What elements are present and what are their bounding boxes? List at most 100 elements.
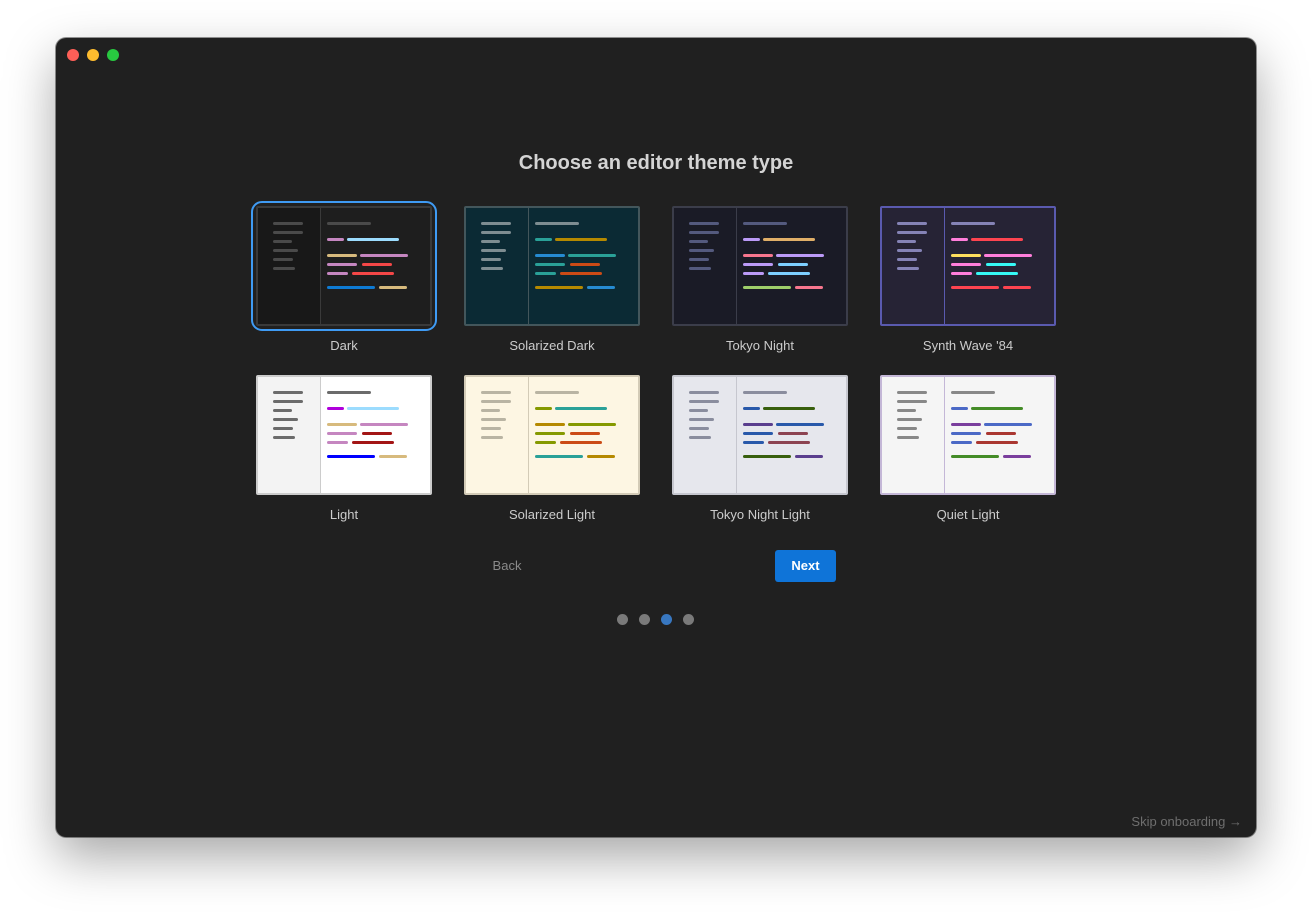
- theme-label: Solarized Light: [509, 507, 595, 522]
- preview-code-line: [763, 407, 815, 410]
- preview-file-line: [273, 267, 295, 270]
- preview-tab-line: [327, 391, 371, 394]
- theme-preview-frame[interactable]: [672, 375, 848, 495]
- preview-code-line: [535, 238, 552, 241]
- theme-option-solarized-light[interactable]: Solarized Light: [464, 375, 640, 522]
- preview-code-line: [362, 263, 392, 266]
- progress-dots: [617, 614, 694, 625]
- theme-option-synth-wave-84[interactable]: Synth Wave '84: [880, 206, 1056, 353]
- preview-file-line: [689, 400, 719, 403]
- theme-label: Synth Wave '84: [922, 338, 1014, 353]
- preview-file-line: [897, 391, 927, 394]
- preview-file-line: [689, 249, 714, 252]
- preview-file-line: [689, 418, 714, 421]
- theme-option-tokyo-night[interactable]: Tokyo Night: [672, 206, 848, 353]
- preview-code-line: [535, 455, 583, 458]
- preview-file-line: [481, 427, 501, 430]
- theme-option-quiet-light[interactable]: Quiet Light: [880, 375, 1056, 522]
- theme-preview-thumbnail: [256, 375, 432, 495]
- close-window-button[interactable]: [67, 49, 79, 61]
- preview-file-line: [481, 400, 511, 403]
- preview-code-line: [951, 272, 972, 275]
- preview-code-line: [327, 423, 357, 426]
- preview-file-line: [897, 427, 917, 430]
- preview-file-line: [897, 400, 927, 403]
- preview-code-line: [587, 455, 615, 458]
- skip-onboarding-link[interactable]: Skip onboarding →: [1131, 814, 1242, 829]
- minimize-window-button[interactable]: [87, 49, 99, 61]
- theme-preview-frame[interactable]: [880, 375, 1056, 495]
- preview-file-line: [273, 427, 293, 430]
- theme-label: Quiet Light: [936, 507, 1000, 522]
- preview-file-line: [481, 436, 503, 439]
- theme-preview-frame[interactable]: [464, 375, 640, 495]
- preview-file-line: [273, 240, 292, 243]
- preview-code-line: [327, 238, 344, 241]
- theme-label: Tokyo Night Light: [710, 507, 810, 522]
- preview-code-line: [951, 263, 981, 266]
- preview-tab-line: [535, 222, 579, 225]
- preview-code-line: [570, 263, 600, 266]
- preview-file-line: [273, 391, 303, 394]
- theme-preview-frame[interactable]: [880, 206, 1056, 326]
- theme-preview-frame[interactable]: [256, 375, 432, 495]
- preview-code-line: [352, 272, 394, 275]
- preview-code-line: [570, 432, 600, 435]
- preview-file-line: [481, 231, 511, 234]
- theme-preview-thumbnail: [256, 206, 432, 326]
- navigation-buttons: Back Next: [56, 550, 1256, 582]
- preview-tab-line: [951, 222, 995, 225]
- preview-code-line: [362, 432, 392, 435]
- preview-code-line: [560, 272, 602, 275]
- maximize-window-button[interactable]: [107, 49, 119, 61]
- preview-code-line: [360, 254, 408, 257]
- progress-dot: [683, 614, 694, 625]
- preview-code-line: [795, 455, 823, 458]
- preview-sidebar: [882, 377, 945, 493]
- onboarding-window: Choose an editor theme type Dark Solarize…: [56, 38, 1256, 837]
- next-button[interactable]: Next: [775, 550, 836, 582]
- theme-preview-thumbnail: [672, 375, 848, 495]
- preview-code-line: [568, 254, 616, 257]
- preview-code-line: [743, 455, 791, 458]
- preview-code-line: [555, 407, 607, 410]
- preview-file-line: [273, 249, 298, 252]
- back-button[interactable]: Back: [473, 550, 541, 582]
- preview-code-line: [360, 423, 408, 426]
- preview-file-line: [689, 267, 711, 270]
- preview-file-line: [897, 258, 917, 261]
- preview-code-line: [951, 238, 968, 241]
- preview-file-line: [481, 418, 506, 421]
- preview-code-line: [984, 423, 1032, 426]
- theme-option-solarized-dark[interactable]: Solarized Dark: [464, 206, 640, 353]
- preview-code-line: [347, 407, 399, 410]
- preview-file-line: [689, 258, 709, 261]
- theme-label: Dark: [330, 338, 358, 353]
- preview-file-line: [273, 400, 303, 403]
- preview-code-line: [976, 441, 1018, 444]
- preview-code-line: [986, 432, 1016, 435]
- theme-preview-frame[interactable]: [672, 206, 848, 326]
- preview-file-line: [481, 249, 506, 252]
- theme-option-dark[interactable]: Dark: [251, 201, 437, 353]
- preview-code-line: [535, 286, 583, 289]
- preview-code-line: [743, 286, 791, 289]
- preview-code-line: [743, 272, 764, 275]
- theme-option-light[interactable]: Light: [256, 375, 432, 522]
- preview-code-line: [743, 263, 773, 266]
- preview-code-line: [535, 254, 565, 257]
- preview-sidebar: [258, 377, 321, 493]
- theme-preview-frame[interactable]: [251, 201, 437, 331]
- preview-tab-line: [743, 222, 787, 225]
- preview-code-line: [535, 407, 552, 410]
- preview-file-line: [481, 258, 501, 261]
- theme-preview-frame[interactable]: [464, 206, 640, 326]
- preview-tab-line: [951, 391, 995, 394]
- preview-file-line: [897, 418, 922, 421]
- preview-code-line: [951, 254, 981, 257]
- theme-option-tokyo-night-light[interactable]: Tokyo Night Light: [672, 375, 848, 522]
- preview-sidebar: [674, 377, 737, 493]
- preview-code-line: [347, 238, 399, 241]
- preview-code-line: [743, 407, 760, 410]
- preview-code-line: [327, 272, 348, 275]
